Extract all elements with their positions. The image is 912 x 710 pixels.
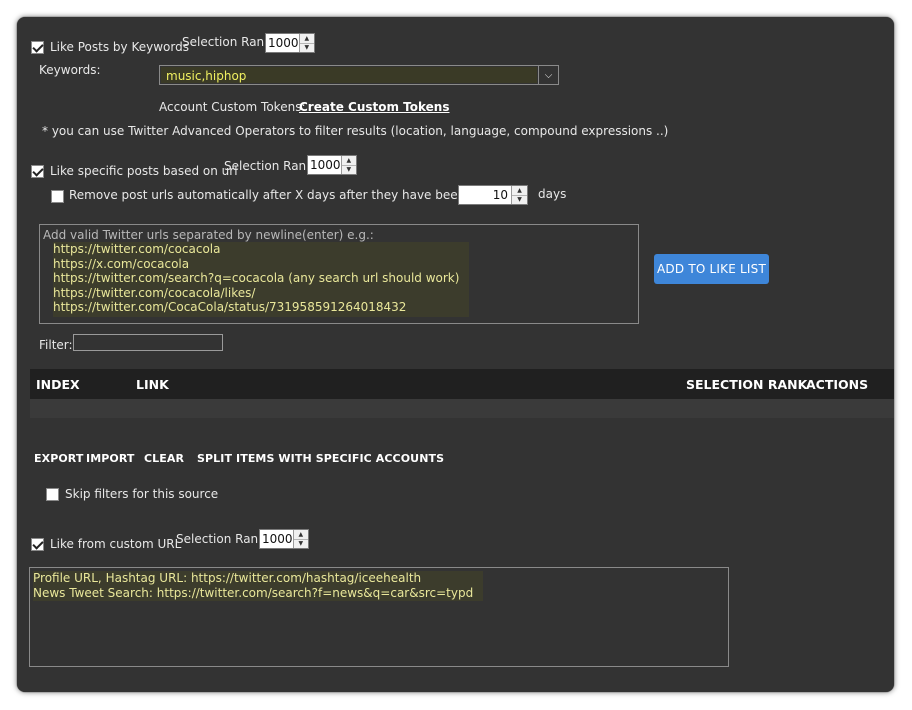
export-button[interactable]: EXPORT: [34, 452, 84, 465]
keywords-rank-label: Selection Rank: [182, 35, 272, 49]
keywords-rank-stepper[interactable]: 1000 ▲ ▼: [265, 33, 315, 53]
stepper-up-icon[interactable]: ▲: [293, 530, 308, 540]
days-stepper[interactable]: 10 ▲ ▼: [458, 185, 528, 205]
example-url: https://twitter.com/CocaCola/status/7319…: [53, 300, 411, 315]
split-items-button[interactable]: SPLIT ITEMS WITH SPECIFIC ACCOUNTS: [197, 452, 444, 465]
settings-panel: Like Posts by Keywords Selection Rank 10…: [17, 17, 894, 692]
like-by-keywords-label: Like Posts by Keywords: [50, 40, 189, 54]
keywords-combobox[interactable]: music,hiphop ⌵: [159, 65, 559, 85]
like-by-keywords-checkbox[interactable]: [31, 41, 44, 54]
stepper-down-icon[interactable]: ▼: [293, 539, 308, 548]
custom-url-hint: Profile URL, Hashtag URL: https://twitte…: [33, 571, 426, 586]
stepper-down-icon[interactable]: ▼: [341, 165, 356, 174]
remove-post-urls-checkbox[interactable]: [51, 190, 64, 203]
column-link[interactable]: LINK: [136, 377, 169, 392]
chevron-down-icon[interactable]: ⌵: [538, 66, 558, 84]
url-rank-label: Selection Rank: [224, 159, 314, 173]
filter-label: Filter:: [39, 338, 73, 352]
urls-textarea[interactable]: Add valid Twitter urls separated by newl…: [39, 224, 639, 324]
custom-url-rank-value[interactable]: 1000: [260, 530, 293, 548]
filter-input[interactable]: [73, 334, 223, 351]
like-custom-url-checkbox[interactable]: [31, 538, 44, 551]
add-to-like-list-button[interactable]: ADD TO LIKE LIST: [654, 254, 769, 284]
stepper-down-icon[interactable]: ▼: [512, 195, 527, 204]
keywords-label: Keywords:: [39, 63, 101, 77]
urls-textarea-placeholder: Add valid Twitter urls separated by newl…: [43, 228, 374, 242]
keywords-rank-value[interactable]: 1000: [266, 34, 299, 52]
custom-url-rank-label: Selection Rank: [176, 532, 266, 546]
skip-filters-checkbox[interactable]: [46, 488, 59, 501]
custom-tokens-label: Account Custom Tokens:: [159, 100, 306, 114]
example-url: https://twitter.com/search?q=cocacola (a…: [53, 271, 464, 286]
days-value[interactable]: 10: [459, 186, 511, 204]
days-label: days: [538, 187, 567, 201]
stepper-down-icon[interactable]: ▼: [299, 43, 314, 52]
custom-url-textarea[interactable]: Profile URL, Hashtag URL: https://twitte…: [29, 567, 729, 667]
custom-url-hint: News Tweet Search: https://twitter.com/s…: [33, 585, 478, 600]
stepper-up-icon[interactable]: ▲: [341, 156, 356, 166]
custom-url-hints: Profile URL, Hashtag URL: https://twitte…: [33, 571, 484, 601]
column-actions[interactable]: ACTIONS: [806, 377, 868, 392]
stepper-up-icon[interactable]: ▲: [299, 34, 314, 44]
url-rank-stepper[interactable]: 1000 ▲ ▼: [307, 155, 357, 175]
url-rank-value[interactable]: 1000: [308, 156, 341, 174]
url-table-header: INDEX LINK SELECTION RANK ACTIONS: [30, 369, 894, 399]
like-specific-posts-label: Like specific posts based on url: [50, 164, 238, 178]
example-url: https://x.com/cocacola: [53, 256, 194, 271]
like-specific-posts-checkbox[interactable]: [31, 165, 44, 178]
column-selection-rank[interactable]: SELECTION RANK: [686, 377, 807, 392]
import-button[interactable]: IMPORT: [86, 452, 135, 465]
stepper-up-icon[interactable]: ▲: [512, 186, 527, 196]
example-urls: https://twitter.com/cocacola https://x.c…: [53, 242, 470, 317]
keywords-input[interactable]: music,hiphop: [161, 67, 537, 83]
example-url: https://twitter.com/cocacola: [53, 242, 225, 257]
custom-url-rank-stepper[interactable]: 1000 ▲ ▼: [259, 529, 309, 549]
skip-filters-label: Skip filters for this source: [65, 487, 219, 501]
url-table-body: [30, 399, 894, 418]
example-url: https://twitter.com/cocacola/likes/: [53, 285, 260, 300]
column-index[interactable]: INDEX: [36, 377, 80, 392]
remove-post-urls-label: Remove post urls automatically after X d…: [69, 188, 507, 202]
clear-button[interactable]: CLEAR: [144, 452, 184, 465]
like-custom-url-label: Like from custom URL: [50, 537, 182, 551]
advanced-operators-note: * you can use Twitter Advanced Operators…: [42, 124, 669, 138]
create-custom-tokens-link[interactable]: Create Custom Tokens: [299, 100, 450, 114]
